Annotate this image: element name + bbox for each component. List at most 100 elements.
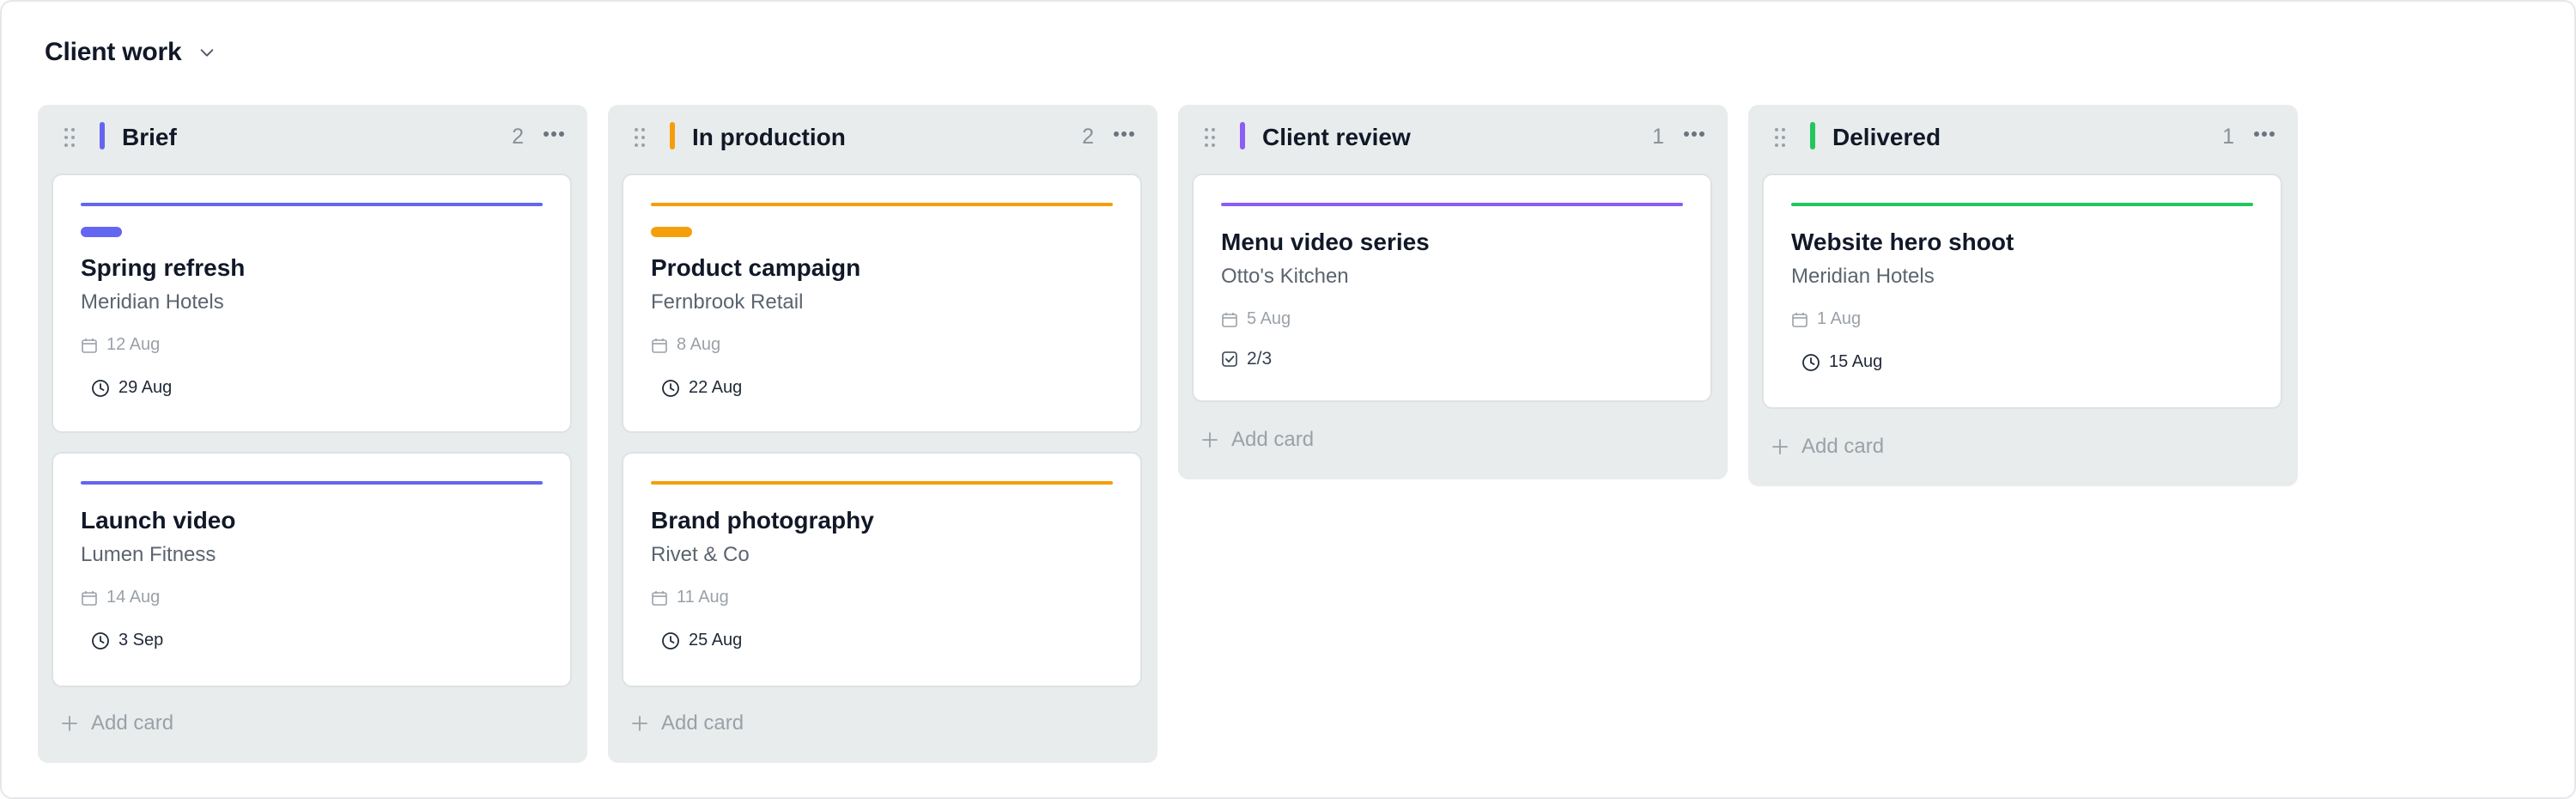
card-due-date: 22 Aug — [661, 378, 742, 398]
card-start-date: 5 Aug — [1221, 309, 1291, 329]
card-title: Launch video — [81, 507, 236, 534]
column-count: 1 — [2222, 125, 2234, 149]
due-date-text: 25 Aug — [689, 631, 743, 650]
drag-handle-icon[interactable] — [1774, 127, 1786, 148]
column-client-review: Client review 1 Menu video series Otto's… — [1178, 105, 1728, 479]
calendar-icon — [82, 338, 97, 353]
drag-handle-icon[interactable] — [64, 127, 76, 148]
column-color-bar — [1240, 122, 1245, 149]
calendar-icon — [1792, 312, 1807, 327]
card-title: Spring refresh — [81, 254, 246, 281]
start-date-text: 11 Aug — [677, 588, 729, 607]
card-start-date: 11 Aug — [651, 588, 729, 607]
start-date-text: 14 Aug — [106, 588, 161, 607]
column-title: Brief — [122, 124, 177, 150]
card-client: Meridian Hotels — [81, 290, 224, 314]
column-title: In production — [692, 124, 846, 150]
card-client: Fernbrook Retail — [651, 290, 804, 314]
calendar-icon — [652, 338, 667, 353]
card-start-date: 14 Aug — [81, 588, 160, 607]
more-options-icon[interactable] — [1113, 131, 1135, 137]
card-client: Meridian Hotels — [1791, 265, 1935, 288]
chevron-down-icon[interactable] — [197, 43, 216, 62]
card-client: Lumen Fitness — [81, 543, 216, 566]
card-title: Product campaign — [651, 254, 861, 281]
board-frame: Client work Brief 2 Spring refresh Merid… — [0, 0, 2576, 799]
add-card-button[interactable]: Add card — [60, 711, 173, 735]
drag-handle-icon[interactable] — [1204, 127, 1216, 148]
card-label-tag — [651, 227, 692, 237]
column-title: Client review — [1262, 124, 1411, 150]
card-due-date: 15 Aug — [1801, 352, 1882, 372]
add-card-button[interactable]: Add card — [630, 711, 744, 735]
clock-icon — [1802, 353, 1820, 371]
card-start-date: 8 Aug — [651, 335, 720, 355]
card[interactable]: Website hero shoot Meridian Hotels 1 Aug — [1762, 174, 2282, 409]
due-date-text: 29 Aug — [118, 378, 173, 397]
due-date-text: 3 Sep — [118, 631, 164, 650]
card-color-rule — [81, 481, 543, 485]
start-date-text: 5 Aug — [1247, 309, 1291, 328]
more-options-icon[interactable] — [543, 131, 565, 137]
card-start-date: 1 Aug — [1791, 309, 1861, 329]
plus-icon — [1772, 439, 1788, 454]
column-count: 2 — [1082, 125, 1094, 149]
column-in-production: In production 2 Product campaign Fernbro… — [608, 105, 1157, 763]
checklist-icon — [1222, 351, 1237, 367]
start-date-text: 8 Aug — [677, 335, 721, 354]
column-title: Delivered — [1832, 124, 1941, 150]
more-options-icon[interactable] — [2253, 131, 2275, 137]
card-client: Otto's Kitchen — [1221, 265, 1349, 288]
column-header: Client review 1 — [1178, 105, 1728, 163]
calendar-icon — [1222, 312, 1237, 327]
column-color-bar — [670, 122, 675, 149]
card-due-date: 3 Sep — [91, 631, 163, 650]
card-title: Brand photography — [651, 507, 874, 534]
add-card-label: Add card — [91, 711, 174, 735]
clock-icon — [662, 631, 679, 650]
start-date-text: 12 Aug — [106, 335, 161, 354]
column-color-bar — [100, 122, 105, 149]
column-count: 1 — [1652, 125, 1664, 149]
clock-icon — [662, 379, 679, 397]
column-header: Brief 2 — [38, 105, 587, 163]
card-start-date: 12 Aug — [81, 335, 160, 355]
board-header[interactable]: Client work — [45, 38, 216, 67]
card[interactable]: Brand photography Rivet & Co 11 Aug 25 A… — [622, 452, 1142, 687]
card-client: Rivet & Co — [651, 543, 750, 566]
card-due-date: 29 Aug — [91, 378, 172, 398]
plus-icon — [632, 716, 647, 731]
board-title: Client work — [45, 38, 182, 66]
clock-icon — [92, 631, 109, 650]
due-date-text: 22 Aug — [689, 378, 743, 397]
add-card-label: Add card — [661, 711, 744, 735]
add-card-button[interactable]: Add card — [1200, 428, 1314, 452]
column-header: Delivered 1 — [1748, 105, 2298, 163]
column-header: In production 2 — [608, 105, 1157, 163]
column-brief: Brief 2 Spring refresh Meridian Hotels 1… — [38, 105, 587, 763]
card-title: Menu video series — [1221, 229, 1430, 255]
card-color-rule — [1221, 203, 1683, 206]
add-card-label: Add card — [1231, 428, 1315, 451]
card[interactable]: Menu video series Otto's Kitchen 5 Aug 2… — [1192, 174, 1712, 402]
column-delivered: Delivered 1 Website hero shoot Meridian … — [1748, 105, 2298, 486]
clock-icon — [92, 379, 109, 397]
card-checklist: 2/3 — [1221, 349, 1272, 369]
card-color-rule — [651, 203, 1113, 206]
card-color-rule — [1791, 203, 2253, 206]
card-color-rule — [651, 481, 1113, 485]
drag-handle-icon[interactable] — [634, 127, 646, 148]
more-options-icon[interactable] — [1683, 131, 1705, 137]
plus-icon — [1202, 432, 1218, 448]
card-label-tag — [81, 227, 122, 237]
column-color-bar — [1810, 122, 1815, 149]
card[interactable]: Spring refresh Meridian Hotels 12 Aug 29… — [52, 174, 572, 433]
checklist-progress: 2/3 — [1247, 349, 1273, 369]
due-date-text: 15 Aug — [1829, 352, 1883, 371]
add-card-label: Add card — [1801, 435, 1885, 458]
start-date-text: 1 Aug — [1817, 309, 1862, 328]
calendar-icon — [82, 590, 97, 606]
card[interactable]: Launch video Lumen Fitness 14 Aug 3 Sep — [52, 452, 572, 687]
card[interactable]: Product campaign Fernbrook Retail 8 Aug — [622, 174, 1142, 433]
add-card-button[interactable]: Add card — [1771, 435, 1884, 459]
